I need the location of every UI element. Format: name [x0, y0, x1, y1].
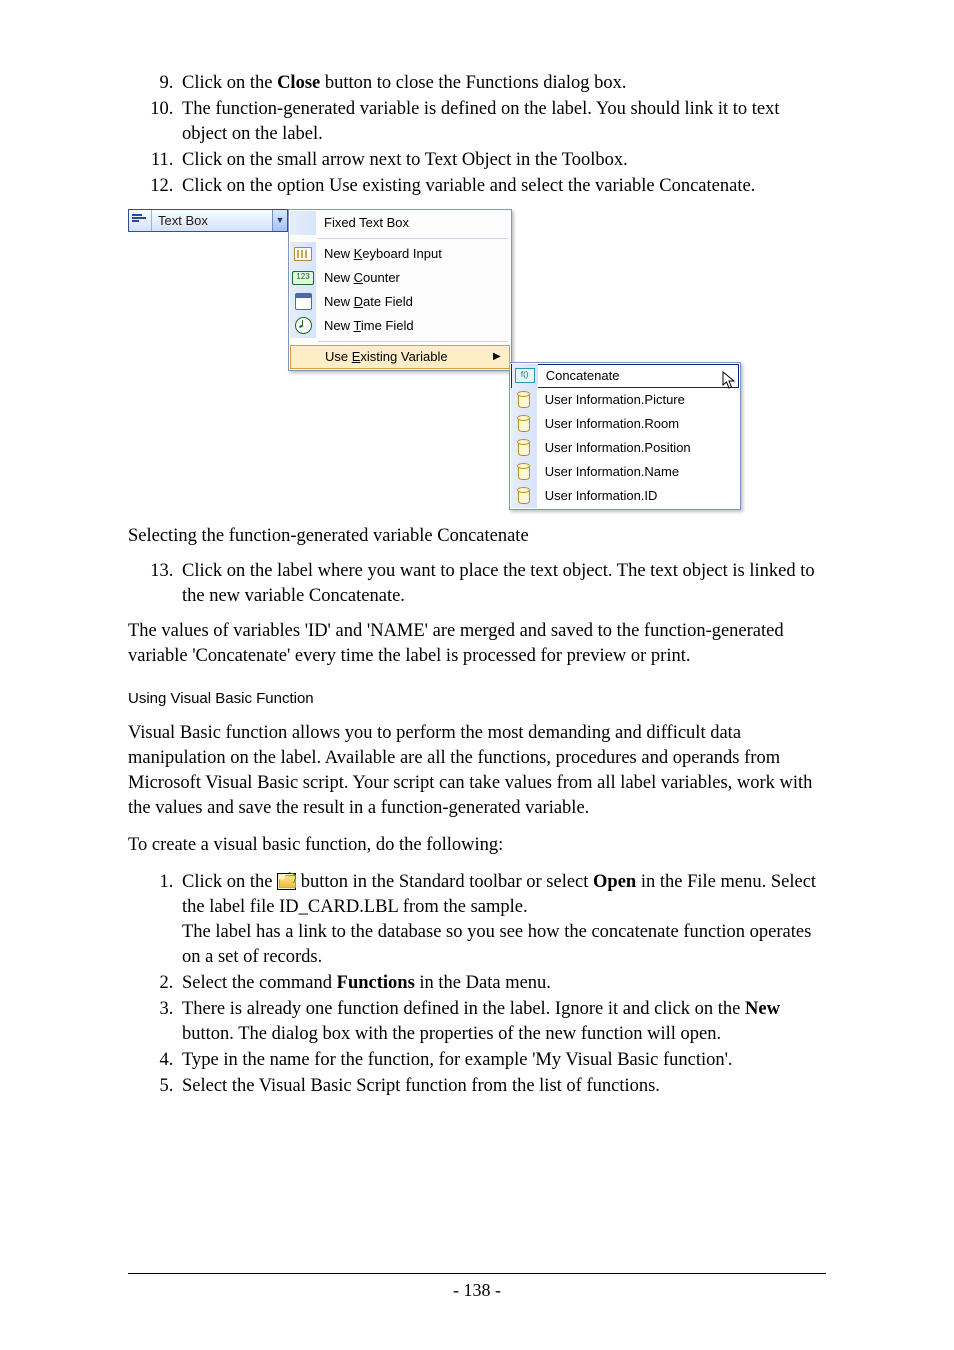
- menu-use-existing-variable[interactable]: Use Existing Variable ▶: [290, 345, 510, 369]
- ordered-list-steps-second: Click on the button in the Standard tool…: [128, 870, 826, 1099]
- screenshot-caption: Selecting the function-generated variabl…: [128, 524, 826, 549]
- ordered-list-steps-first: Click on the Close button to close the F…: [128, 71, 826, 199]
- page-footer: - 138 -: [128, 1273, 826, 1302]
- submenu-item-picture[interactable]: User Information.Picture: [511, 388, 739, 412]
- section-heading-vb: Using Visual Basic Function: [128, 689, 826, 709]
- keyboard-icon: [294, 247, 312, 261]
- calendar-icon: [295, 293, 312, 310]
- menu-fixed-text-box[interactable]: Fixed Text Box: [290, 211, 510, 235]
- step-11: Click on the small arrow next to Text Ob…: [178, 148, 826, 173]
- submenu-item-id[interactable]: User Information.ID: [511, 484, 739, 508]
- submenu-item-concatenate[interactable]: f() Concatenate: [511, 364, 739, 388]
- database-icon: [518, 464, 530, 480]
- page-number: - 138 -: [453, 1280, 501, 1300]
- database-icon: [518, 392, 530, 408]
- dropdown-arrow-icon[interactable]: ▼: [272, 210, 287, 231]
- textbox-toolbar-button[interactable]: Text Box ▼: [128, 209, 288, 232]
- paragraph-vb-intro: To create a visual basic function, do th…: [128, 833, 826, 858]
- submenu-arrow-icon: ▶: [493, 350, 509, 364]
- menu-new-time-field[interactable]: New Time Field: [290, 314, 510, 338]
- database-icon: [518, 416, 530, 432]
- step-9-post: button to close the Functions dialog box…: [320, 73, 626, 93]
- menu-new-keyboard-input[interactable]: New Keyboard Input: [290, 242, 510, 266]
- step-10: The function-generated variable is defin…: [178, 97, 826, 147]
- textbox-toolbar-label: Text Box: [152, 212, 208, 230]
- paragraph-vb-desc: Visual Basic function allows you to perf…: [128, 721, 826, 821]
- submenu-item-room[interactable]: User Information.Room: [511, 412, 739, 436]
- textbox-icon: [129, 210, 152, 231]
- database-icon: [518, 488, 530, 504]
- step-9-bold: Close: [277, 73, 320, 93]
- step-9-pre: Click on the: [182, 73, 277, 93]
- ordered-list-step-13: Click on the label where you want to pla…: [128, 559, 826, 609]
- submenu-item-name[interactable]: User Information.Name: [511, 460, 739, 484]
- open-file-icon: [277, 873, 296, 890]
- clock-icon: [295, 317, 312, 334]
- textbox-dropdown-menu: Fixed Text Box New Keyboard Input 123 Ne…: [288, 209, 512, 371]
- paragraph-merged-values: The values of variables 'ID' and 'NAME' …: [128, 619, 826, 669]
- screenshot-textbox-menu: Text Box ▼ Fixed Text Box New Keyboard I…: [128, 209, 741, 510]
- menu-new-counter[interactable]: 123 New Counter: [290, 266, 510, 290]
- step-13: Click on the label where you want to pla…: [178, 559, 826, 609]
- mouse-cursor-icon: [722, 371, 736, 389]
- menu-new-date-field[interactable]: New Date Field: [290, 290, 510, 314]
- step-12: Click on the option Use existing variabl…: [178, 174, 826, 199]
- submenu-item-position[interactable]: User Information.Position: [511, 436, 739, 460]
- function-icon: f(): [515, 368, 535, 383]
- counter-icon: 123: [292, 271, 314, 285]
- database-icon: [518, 440, 530, 456]
- variable-submenu: f() Concatenate User Information.Picture…: [509, 362, 741, 510]
